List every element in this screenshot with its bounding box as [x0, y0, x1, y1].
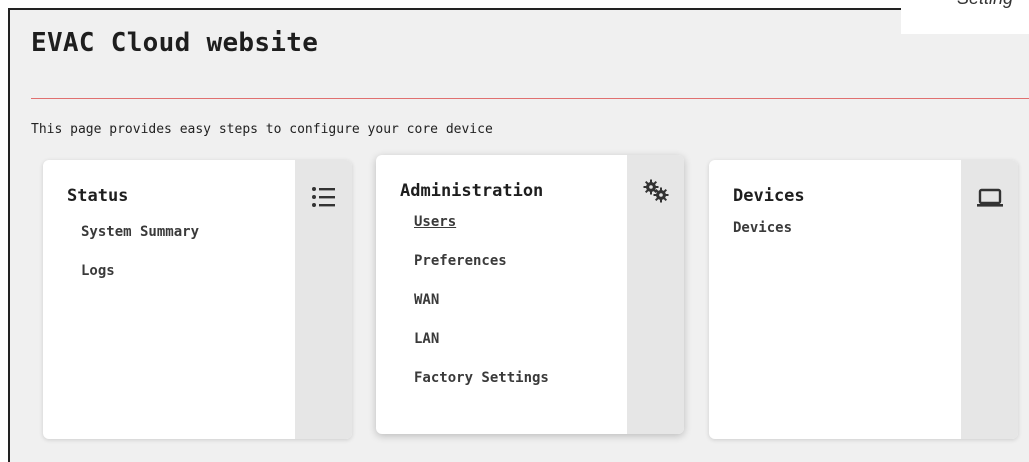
link-logs[interactable]: Logs: [81, 263, 199, 302]
administration-card-sidebar: [627, 155, 684, 434]
devices-card-sidebar: [961, 160, 1018, 439]
link-devices[interactable]: Devices: [733, 220, 792, 259]
intro-text: This page provides easy steps to configu…: [31, 122, 493, 137]
main-panel: EVAC Cloud website This page provides ea…: [8, 8, 1029, 462]
link-preferences[interactable]: Preferences: [414, 253, 549, 292]
devices-links: Devices: [733, 220, 792, 259]
settings-corner-text: Setting: [957, 0, 1013, 9]
link-lan[interactable]: LAN: [414, 331, 549, 370]
settings-corner-label[interactable]: Setting: [901, 0, 1029, 34]
devices-card: Devices Devices: [709, 160, 1018, 439]
list-icon[interactable]: [309, 182, 339, 212]
devices-card-title: Devices: [733, 186, 805, 206]
title-divider: [31, 98, 1029, 99]
status-links: System Summary Logs: [81, 224, 199, 302]
status-card-title: Status: [67, 186, 129, 206]
link-system-summary[interactable]: System Summary: [81, 224, 199, 263]
administration-links: Users Preferences WAN LAN Factory Settin…: [414, 214, 549, 409]
administration-card: Administration Users Preferences WAN LAN…: [376, 155, 684, 434]
laptop-icon[interactable]: [975, 182, 1005, 212]
status-card-sidebar: [295, 160, 352, 439]
page-title: EVAC Cloud website: [31, 28, 319, 58]
link-users[interactable]: Users: [414, 214, 549, 253]
administration-card-title: Administration: [400, 181, 544, 201]
link-wan[interactable]: WAN: [414, 292, 549, 331]
gears-icon[interactable]: [641, 177, 671, 207]
link-factory-settings[interactable]: Factory Settings: [414, 370, 549, 409]
status-card: Status System Summary Logs: [43, 160, 352, 439]
